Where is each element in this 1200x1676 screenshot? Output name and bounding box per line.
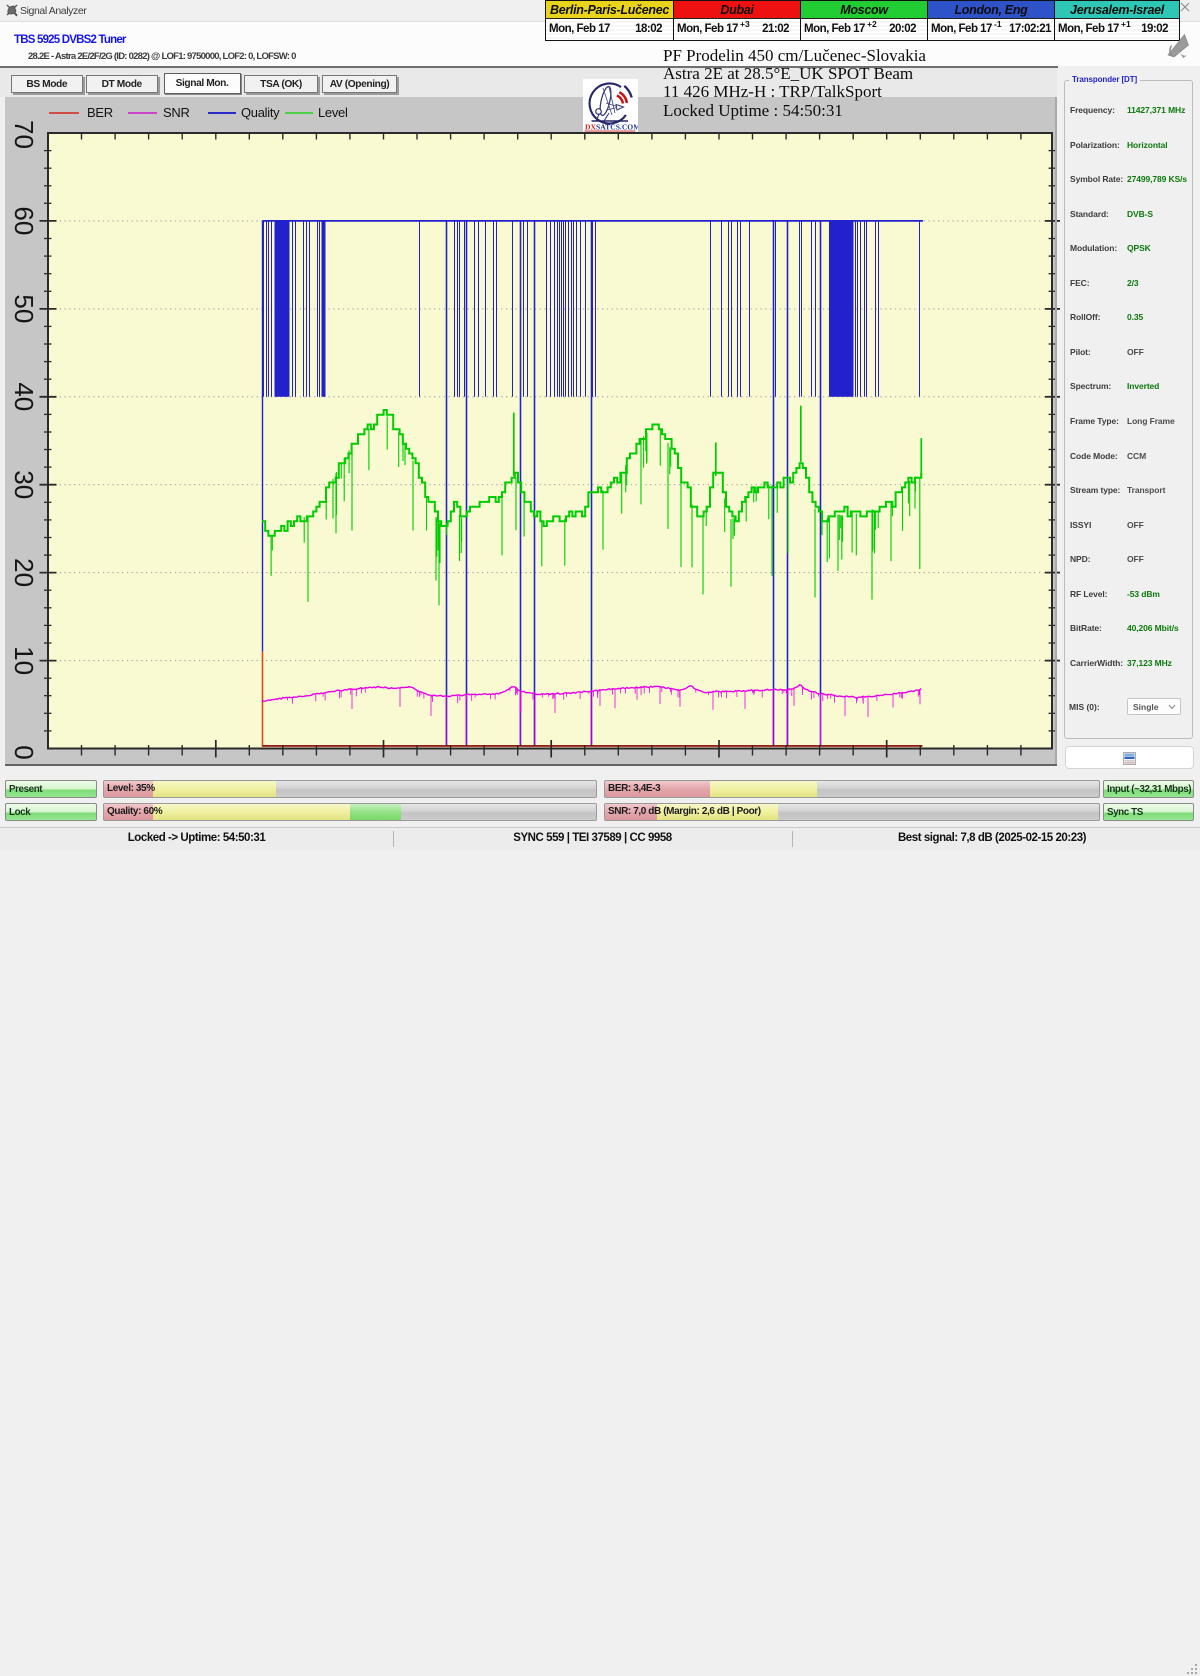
svg-text:50: 50: [9, 294, 39, 323]
svg-text:SATCS.COM: SATCS.COM: [596, 122, 638, 131]
svg-text:20: 20: [9, 558, 39, 587]
svg-text:DX: DX: [585, 122, 596, 131]
svg-text:60: 60: [9, 206, 39, 235]
svg-text:0: 0: [9, 745, 39, 759]
svg-text:40: 40: [9, 382, 39, 411]
svg-text:30: 30: [9, 470, 39, 499]
svg-text:70: 70: [9, 120, 39, 149]
svg-text:10: 10: [9, 646, 39, 675]
